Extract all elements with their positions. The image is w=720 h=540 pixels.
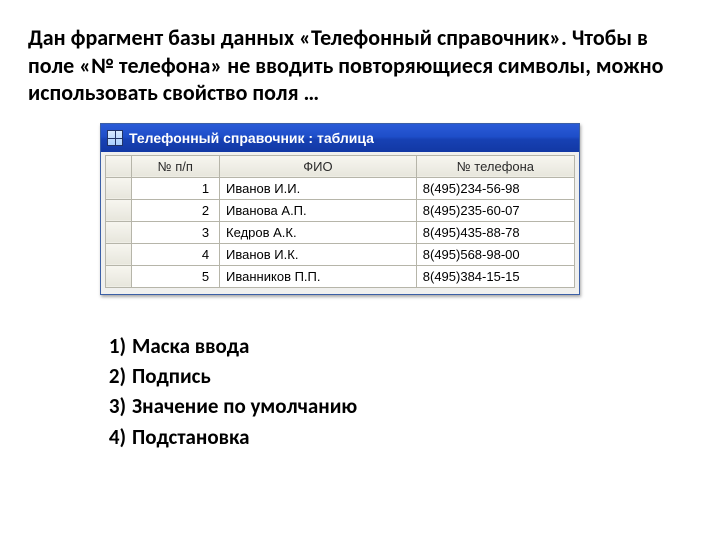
window-title: Телефонный справочник : таблица bbox=[129, 130, 374, 146]
row-selector-header bbox=[106, 155, 132, 177]
cell-num: 4 bbox=[131, 243, 220, 265]
answer-number: 1) bbox=[100, 331, 126, 361]
answer-option: 3) Значение по умолчанию bbox=[100, 391, 692, 421]
answer-number: 2) bbox=[100, 361, 126, 391]
answer-number: 4) bbox=[100, 422, 126, 452]
cell-fio: Иванников П.П. bbox=[220, 265, 417, 287]
answer-text: Подпись bbox=[132, 361, 211, 391]
table-header-row: № п/п ФИО № телефона bbox=[106, 155, 575, 177]
answer-number: 3) bbox=[100, 391, 126, 421]
answer-text: Значение по умолчанию bbox=[132, 391, 357, 421]
cell-fio: Кедров А.К. bbox=[220, 221, 417, 243]
cell-num: 2 bbox=[131, 199, 220, 221]
col-header-phone: № телефона bbox=[416, 155, 574, 177]
question-text: Дан фрагмент базы данных «Телефонный спр… bbox=[28, 24, 692, 107]
table-row: 4 Иванов И.К. 8(495)568-98-00 bbox=[106, 243, 575, 265]
table-row: 2 Иванова А.П. 8(495)235-60-07 bbox=[106, 199, 575, 221]
row-selector bbox=[106, 243, 132, 265]
cell-phone: 8(495)435-88-78 bbox=[416, 221, 574, 243]
cell-phone: 8(495)235-60-07 bbox=[416, 199, 574, 221]
table-row: 3 Кедров А.К. 8(495)435-88-78 bbox=[106, 221, 575, 243]
cell-fio: Иванов И.И. bbox=[220, 177, 417, 199]
answer-text: Подстановка bbox=[132, 422, 250, 452]
cell-phone: 8(495)234-56-98 bbox=[416, 177, 574, 199]
window-titlebar: Телефонный справочник : таблица bbox=[101, 124, 579, 152]
row-selector bbox=[106, 177, 132, 199]
answer-text: Маска ввода bbox=[132, 331, 249, 361]
row-selector bbox=[106, 221, 132, 243]
table-row: 1 Иванов И.И. 8(495)234-56-98 bbox=[106, 177, 575, 199]
answer-option: 1) Маска ввода bbox=[100, 331, 692, 361]
access-window: Телефонный справочник : таблица № п/п ФИ… bbox=[100, 123, 580, 295]
col-header-fio: ФИО bbox=[220, 155, 417, 177]
answer-list: 1) Маска ввода 2) Подпись 3) Значение по… bbox=[100, 331, 692, 453]
answer-option: 4) Подстановка bbox=[100, 422, 692, 452]
col-header-num: № п/п bbox=[131, 155, 220, 177]
row-selector bbox=[106, 265, 132, 287]
table-row: 5 Иванников П.П. 8(495)384-15-15 bbox=[106, 265, 575, 287]
data-table: № п/п ФИО № телефона 1 Иванов И.И. 8(495… bbox=[105, 155, 575, 288]
datasheet-area: № п/п ФИО № телефона 1 Иванов И.И. 8(495… bbox=[101, 152, 579, 294]
cell-phone: 8(495)384-15-15 bbox=[416, 265, 574, 287]
cell-phone: 8(495)568-98-00 bbox=[416, 243, 574, 265]
cell-fio: Иванова А.П. bbox=[220, 199, 417, 221]
cell-num: 1 bbox=[131, 177, 220, 199]
answer-option: 2) Подпись bbox=[100, 361, 692, 391]
table-icon bbox=[107, 130, 123, 146]
cell-num: 5 bbox=[131, 265, 220, 287]
row-selector bbox=[106, 199, 132, 221]
cell-num: 3 bbox=[131, 221, 220, 243]
cell-fio: Иванов И.К. bbox=[220, 243, 417, 265]
